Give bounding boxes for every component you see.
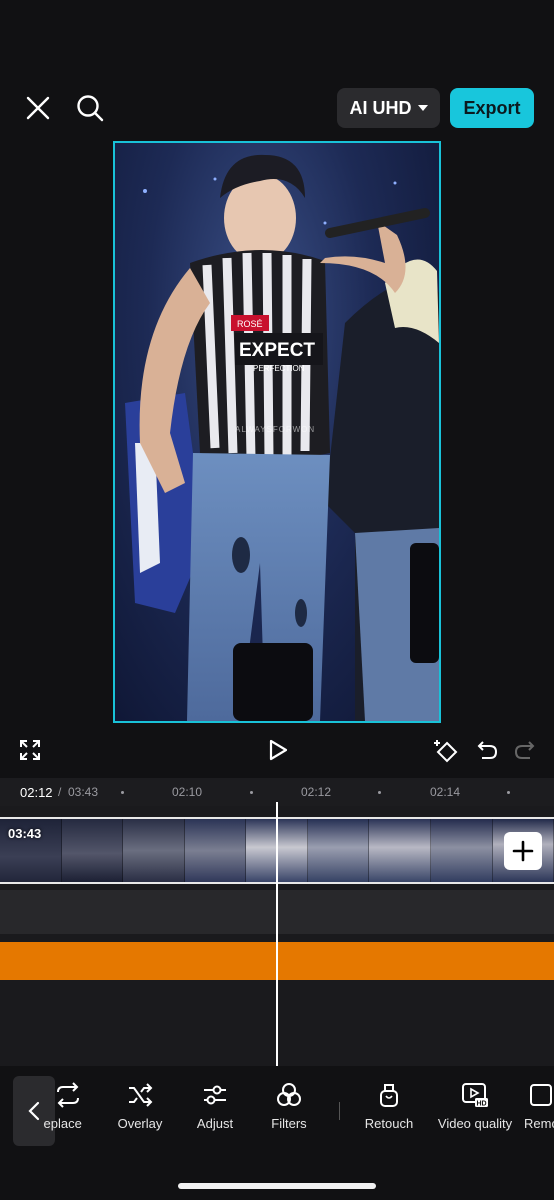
playhead[interactable] <box>276 802 278 1066</box>
ruler-dot <box>121 791 124 794</box>
fullscreen-button[interactable] <box>16 736 44 764</box>
current-time: 02:12 <box>20 785 53 800</box>
remove-icon <box>530 1084 552 1106</box>
tool-filters[interactable]: Filters <box>262 1082 316 1142</box>
clip-thumbnail <box>430 819 493 882</box>
keyframe-icon <box>434 740 458 763</box>
shuffle-icon <box>129 1083 153 1107</box>
watermark-text: ALWAYSFORWON <box>235 425 316 434</box>
time-separator: / <box>58 785 62 799</box>
tool-video-quality[interactable]: HD Video quality <box>430 1082 520 1142</box>
redo-button[interactable] <box>512 737 538 763</box>
search-icon <box>77 95 104 122</box>
tool-label: Remove <box>524 1116 554 1131</box>
ruler-tick-label: 02:10 <box>172 785 203 799</box>
clip-thumbnail <box>184 819 247 882</box>
keyframe-button[interactable] <box>432 736 462 766</box>
tool-retouch[interactable]: Retouch <box>358 1082 420 1142</box>
clip-thumbnail <box>61 819 124 882</box>
search-button[interactable] <box>72 90 108 126</box>
plus-icon <box>512 840 534 862</box>
clip-thumbnail <box>123 819 185 882</box>
ruler-dot <box>507 791 510 794</box>
export-button[interactable]: Export <box>450 88 534 128</box>
ruler-dot <box>378 791 381 794</box>
fullscreen-icon <box>20 740 40 760</box>
total-time: 03:43 <box>68 785 99 799</box>
tool-label: Retouch <box>364 1116 414 1131</box>
tool-overlay[interactable]: Overlay <box>110 1082 170 1142</box>
tool-label: Video quality <box>437 1116 513 1131</box>
tool-replace[interactable]: Replace <box>44 1082 92 1142</box>
tool-remove[interactable]: Remove <box>524 1082 554 1142</box>
shirt-badge: ROSÉ <box>237 319 263 329</box>
ruler-tick-label: 02:12 <box>301 785 332 799</box>
replace-icon <box>57 1082 79 1108</box>
tool-label: Overlay <box>117 1116 163 1131</box>
clip-thumbnail <box>369 819 431 882</box>
home-indicator <box>178 1183 376 1189</box>
ruler-dot <box>250 791 253 794</box>
ruler-tick-label: 02:14 <box>430 785 461 799</box>
retouch-icon <box>380 1084 398 1107</box>
clip-duration: 03:43 <box>8 826 42 841</box>
close-icon <box>26 96 50 120</box>
add-clip-button[interactable] <box>504 832 542 870</box>
tool-label: Filters <box>271 1116 307 1131</box>
tool-label: Adjust <box>196 1116 234 1131</box>
svg-text:HD: HD <box>477 1101 487 1108</box>
video-hd-icon: HD <box>462 1083 488 1108</box>
shirt-subtext: PERFECTION <box>253 364 305 373</box>
play-button[interactable] <box>264 736 292 764</box>
tool-label: Replace <box>44 1116 82 1131</box>
quality-dropdown[interactable]: AI UHD <box>337 88 440 128</box>
caret-down-icon <box>417 105 428 111</box>
play-icon <box>269 739 288 761</box>
video-preview[interactable]: EXPECT PERFECTION ROSÉ ALWAYSFORWON <box>113 141 441 723</box>
filters-icon <box>277 1083 301 1106</box>
sliders-icon <box>204 1085 226 1105</box>
clip-thumbnail <box>307 819 370 882</box>
tool-adjust[interactable]: Adjust <box>188 1082 242 1142</box>
redo-icon <box>514 741 535 759</box>
quality-label: AI UHD <box>349 97 412 118</box>
undo-button[interactable] <box>474 737 500 763</box>
close-button[interactable] <box>20 90 56 126</box>
toolbar-divider <box>339 1102 340 1120</box>
undo-icon <box>477 741 498 759</box>
shirt-text: EXPECT <box>239 340 315 361</box>
chevron-left-icon <box>28 1101 40 1121</box>
